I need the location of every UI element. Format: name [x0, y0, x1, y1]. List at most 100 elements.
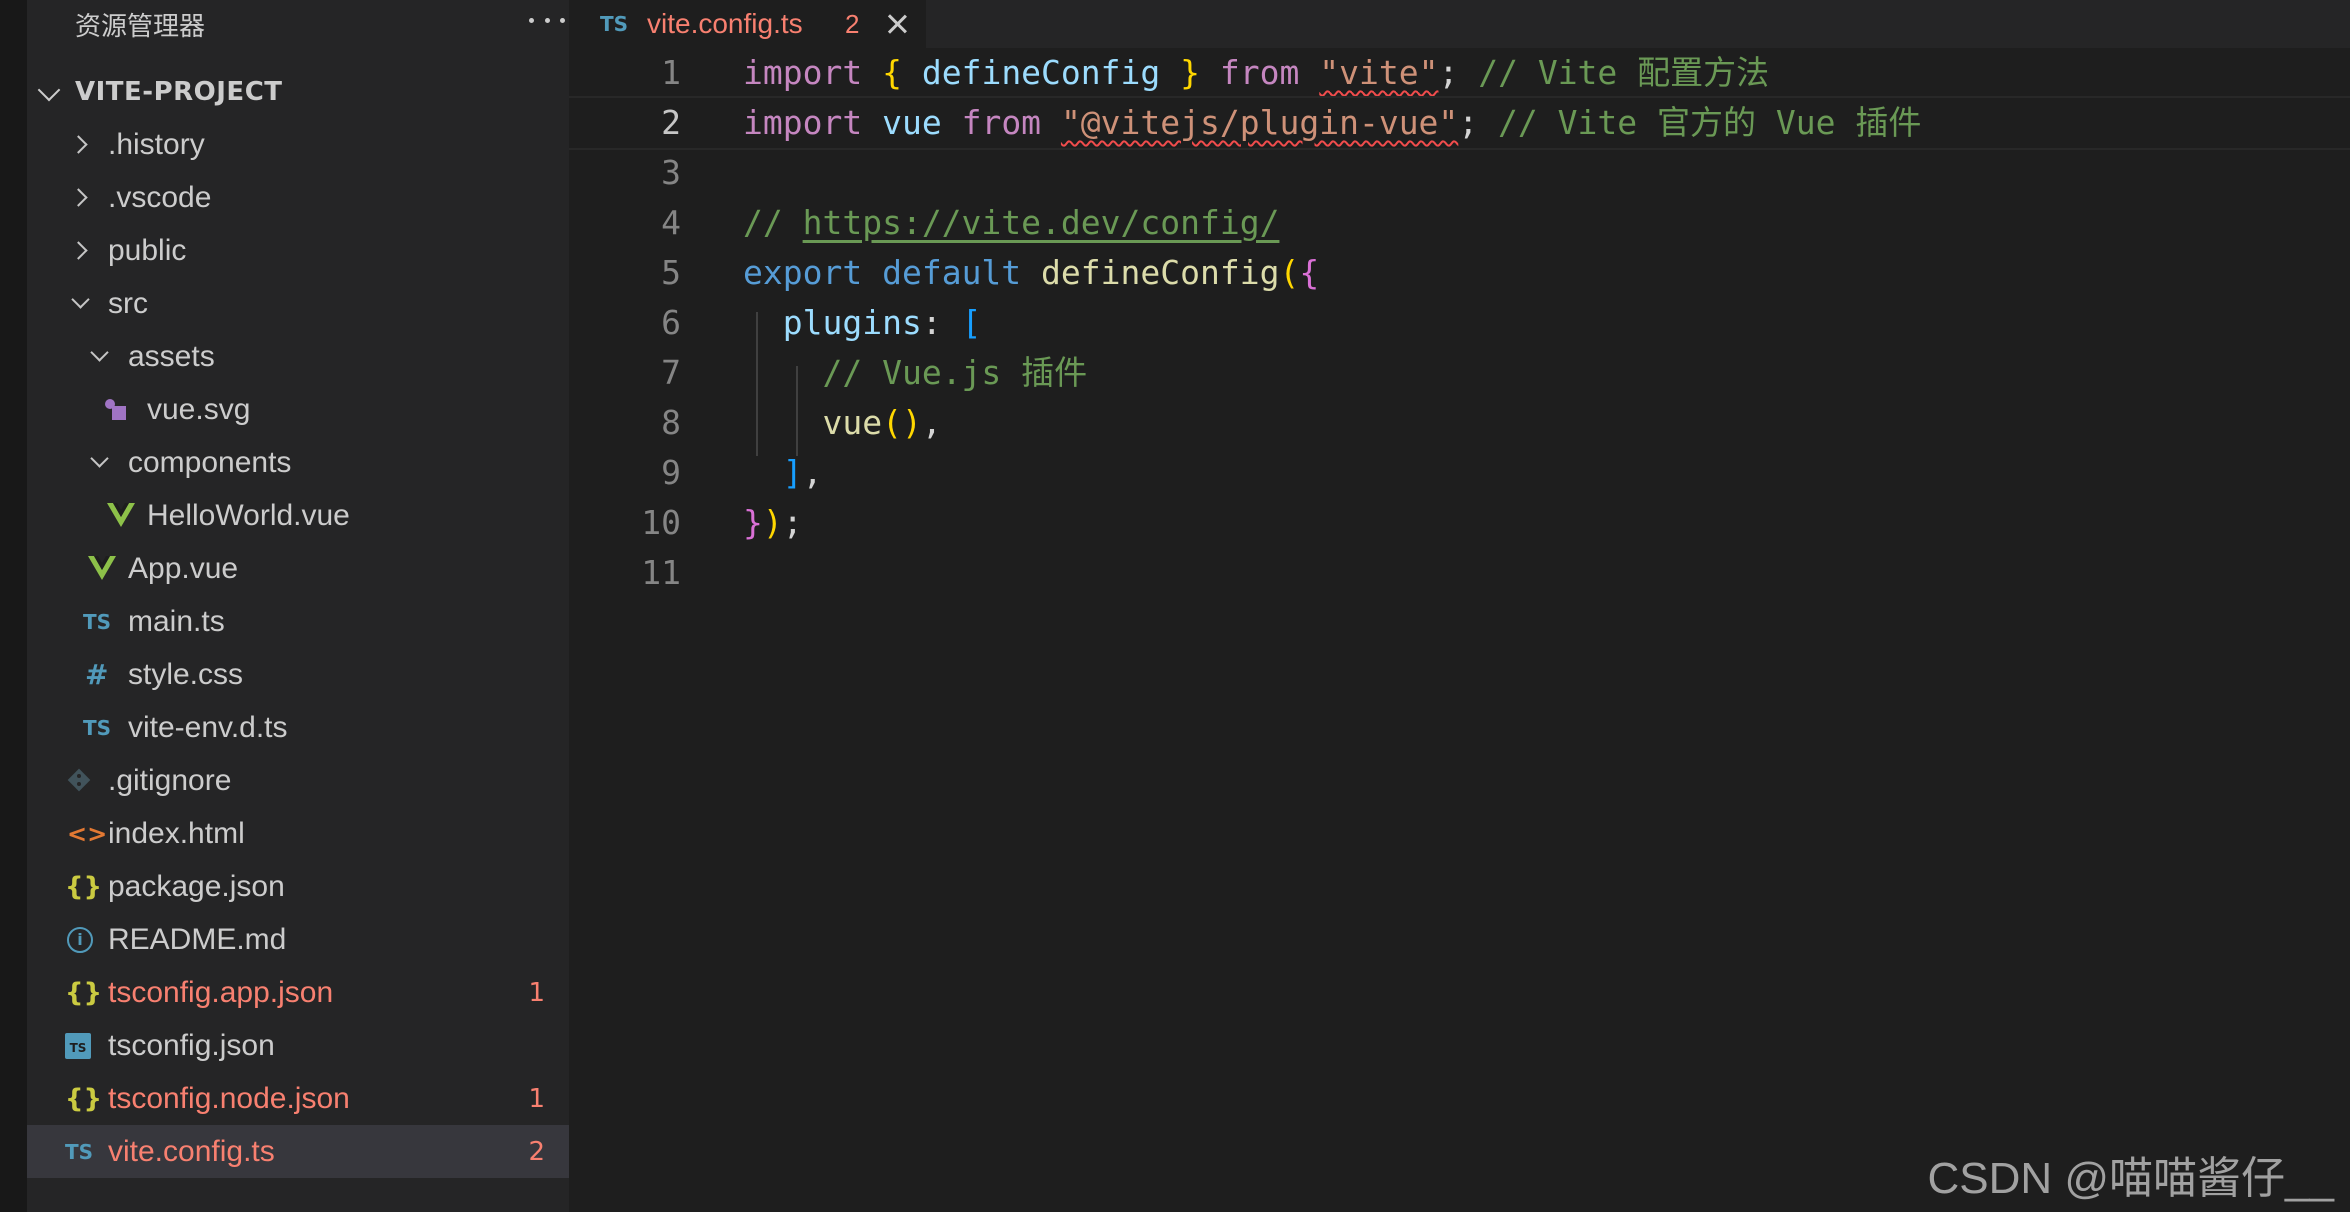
line-number: 10: [641, 503, 681, 542]
svg-file-icon: [105, 399, 126, 420]
info-icon: i: [67, 926, 93, 953]
vue-file-icon: [88, 556, 116, 580]
tree-item-label: vue.svg: [147, 392, 251, 426]
tree-item-label: src: [108, 286, 148, 320]
tree-item-label: tsconfig.app.json: [108, 975, 334, 1009]
chevron-right-icon: [69, 135, 88, 154]
code-text: export default defineConfig({: [743, 253, 1320, 292]
code-text: // https://vite.dev/config/: [743, 203, 1280, 242]
watermark: CSDN @喵喵酱仔__: [1927, 1154, 2334, 1203]
line-number: 9: [661, 453, 681, 492]
code-line: 7 // Vue.js 插件: [569, 348, 2350, 398]
tree-item-helloworld-vue[interactable]: HelloWorld.vue: [27, 489, 569, 542]
tree-item-readme[interactable]: i README.md: [27, 913, 569, 966]
chevron-down-icon: [71, 290, 90, 309]
code-line: 3: [569, 148, 2350, 198]
tree-item-label: vite.config.ts: [108, 1134, 275, 1168]
json-file-icon: {}: [65, 871, 103, 902]
tree-item-label: index.html: [108, 816, 245, 850]
project-name: VITE-PROJECT: [75, 77, 283, 107]
tab-bar: TS vite.config.ts 2: [569, 0, 2350, 48]
tree-item-package-json[interactable]: {} package.json: [27, 860, 569, 913]
problem-count-badge: 1: [528, 1083, 545, 1114]
tree-item-public[interactable]: public: [27, 224, 569, 277]
chevron-down-icon: [90, 449, 109, 468]
code-text: });: [743, 503, 803, 542]
activity-bar-edge: [0, 0, 27, 1212]
tree-item-tsconfig-app[interactable]: {} tsconfig.app.json 1: [27, 966, 569, 1019]
tree-item-tsconfig[interactable]: TS tsconfig.json: [27, 1019, 569, 1072]
tree-item-label: tsconfig.json: [108, 1028, 275, 1062]
html-file-icon: <>: [67, 819, 108, 848]
close-icon[interactable]: [885, 12, 909, 36]
tree-item-tsconfig-node[interactable]: {} tsconfig.node.json 1: [27, 1072, 569, 1125]
line-number: 7: [661, 353, 681, 392]
tree-item-label: .vscode: [108, 180, 212, 214]
json-file-icon: {}: [65, 1083, 103, 1114]
tree-item-src[interactable]: src: [27, 277, 569, 330]
tree-item-label: vite-env.d.ts: [128, 710, 288, 744]
tree-item-vscode[interactable]: .vscode: [27, 171, 569, 224]
chevron-right-icon: [69, 241, 88, 260]
tree-item-label: style.css: [128, 657, 244, 691]
code-line: 11: [569, 548, 2350, 598]
line-number: 4: [661, 203, 681, 242]
json-file-icon: {}: [65, 977, 103, 1008]
tree-item-label: tsconfig.node.json: [108, 1081, 350, 1115]
chevron-right-icon: [69, 188, 88, 207]
tree-item-label: HelloWorld.vue: [147, 498, 350, 532]
tree-item-app-vue[interactable]: App.vue: [27, 542, 569, 595]
tree-item-label: package.json: [108, 869, 285, 903]
chevron-down-icon: [37, 78, 61, 102]
code-line: 1 import { defineConfig } from "vite"; /…: [569, 48, 2350, 98]
tree-item-gitignore[interactable]: .gitignore: [27, 754, 569, 807]
code-text: // Vue.js 插件: [822, 353, 1088, 392]
code-text: plugins: [: [782, 303, 982, 342]
problem-count-badge: 2: [528, 1136, 545, 1167]
tree-item-label: components: [128, 445, 292, 479]
code-line: 8 vue(),: [569, 398, 2350, 448]
tree-item-label: public: [108, 233, 187, 267]
tree-item-vue-svg[interactable]: vue.svg: [27, 383, 569, 436]
tree-item-label: assets: [128, 339, 215, 373]
tree-item-history[interactable]: .history: [27, 118, 569, 171]
typescript-file-icon: TS: [83, 609, 112, 634]
tree-item-main-ts[interactable]: TS main.ts: [27, 595, 569, 648]
tree-item-label: main.ts: [128, 604, 225, 638]
url-link: https://vite.dev/config/: [802, 203, 1280, 242]
vue-file-icon: [107, 503, 135, 527]
code-text: import { defineConfig } from "vite"; // …: [743, 53, 1770, 92]
code-line: 4 // https://vite.dev/config/: [569, 198, 2350, 248]
tree-item-index-html[interactable]: <> index.html: [27, 807, 569, 860]
tree-item-components[interactable]: components: [27, 436, 569, 489]
typescript-file-icon: TS: [83, 715, 112, 740]
line-number: 11: [641, 553, 681, 592]
tree-item-label: App.vue: [128, 551, 239, 585]
tsconfig-file-icon: TS: [65, 1033, 91, 1059]
explorer-sidebar: 资源管理器 VITE-PROJECT .history .vscode publ…: [27, 0, 569, 1212]
code-text: ],: [782, 453, 823, 492]
tree-item-label: README.md: [108, 922, 287, 956]
tree-item-style-css[interactable]: # style.css: [27, 648, 569, 701]
tree-item-label: .history: [108, 127, 205, 161]
line-number: 2: [661, 103, 681, 142]
more-actions-icon[interactable]: [529, 14, 565, 26]
problem-count-badge: 1: [528, 977, 545, 1008]
code-editor[interactable]: 1 import { defineConfig } from "vite"; /…: [569, 48, 2350, 1212]
tree-item-assets[interactable]: assets: [27, 330, 569, 383]
code-line: 10 });: [569, 498, 2350, 548]
code-text: import vue from "@vitejs/plugin-vue"; //…: [743, 103, 1922, 142]
tree-item-label: .gitignore: [108, 763, 232, 797]
explorer-header: 资源管理器: [75, 0, 565, 48]
tree-item-vite-env[interactable]: TS vite-env.d.ts: [27, 701, 569, 754]
tree-item-vite-config[interactable]: TS vite.config.ts 2: [27, 1125, 569, 1178]
project-folder-row[interactable]: VITE-PROJECT: [27, 72, 569, 112]
tab-problem-count: 2: [845, 8, 860, 39]
tab-vite-config[interactable]: TS vite.config.ts 2: [569, 0, 926, 48]
chevron-down-icon: [90, 343, 109, 362]
code-text: vue(),: [822, 403, 942, 442]
code-line: 6 plugins: [: [569, 298, 2350, 348]
code-line-active: 2 import vue from "@vitejs/plugin-vue"; …: [569, 96, 2350, 150]
code-line: 9 ],: [569, 448, 2350, 498]
typescript-file-icon: TS: [600, 12, 629, 36]
